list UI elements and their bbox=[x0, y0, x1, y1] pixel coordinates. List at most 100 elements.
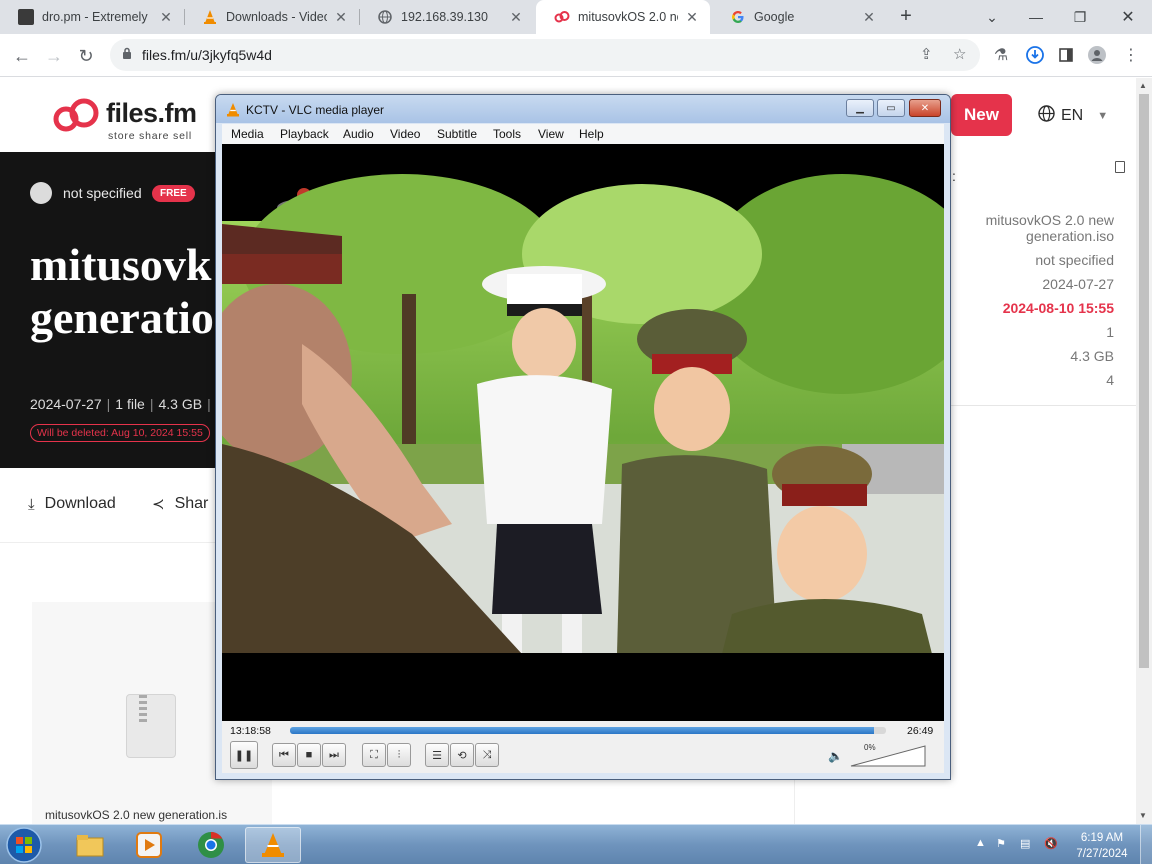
dro-icon bbox=[18, 9, 34, 25]
playlist-button[interactable]: ☰ bbox=[425, 743, 449, 767]
address-bar[interactable]: files.fm/u/3jkyfq5w4d ⇪ ☆ bbox=[110, 39, 980, 71]
close-window-icon[interactable]: ✕ bbox=[1106, 0, 1150, 34]
seek-bar[interactable] bbox=[290, 727, 886, 734]
new-tab-button[interactable]: + bbox=[896, 5, 916, 29]
close-icon[interactable]: ✕ bbox=[508, 9, 524, 26]
scroll-thumb[interactable] bbox=[1139, 94, 1149, 668]
vlc-maximize-icon[interactable]: ▭ bbox=[877, 99, 905, 117]
tab-dro[interactable]: dro.pm - Extremely ✕ bbox=[0, 0, 184, 34]
stop-button[interactable]: ■ bbox=[297, 743, 321, 767]
menu-tools[interactable]: Tools bbox=[493, 127, 521, 141]
side-panel-icon[interactable] bbox=[1055, 44, 1077, 66]
clock-time: 6:19 AM bbox=[1080, 832, 1124, 844]
copy-icon[interactable] bbox=[1115, 161, 1125, 173]
share-icon[interactable]: ⇪ bbox=[920, 45, 933, 63]
minimize-icon[interactable]: — bbox=[1014, 0, 1058, 34]
vlc-controls: 13:18:58 26:49 ❚❚ ⏮ ■ ⏭ ⛶ ⫶ ☰ ⟲ ⤨ 🔈 0% bbox=[222, 721, 944, 773]
file-card-name: mitusovkOS 2.0 new generation.is bbox=[45, 808, 228, 822]
language-selector[interactable]: EN ▼ bbox=[1038, 105, 1108, 127]
fullscreen-button[interactable]: ⛶ bbox=[362, 743, 386, 767]
detail-owner: not specified bbox=[1035, 252, 1114, 268]
elapsed-time: 13:18:58 bbox=[230, 725, 271, 737]
chrome-taskbar-icon[interactable] bbox=[183, 827, 239, 863]
side-label-fragment: : bbox=[952, 168, 956, 184]
meta-date: 2024-07-27 bbox=[30, 396, 102, 412]
show-desktop-button[interactable] bbox=[1140, 825, 1152, 864]
menu-playback[interactable]: Playback bbox=[280, 127, 329, 141]
menu-media[interactable]: Media bbox=[231, 127, 264, 141]
volume-slider[interactable] bbox=[850, 745, 926, 767]
new-button[interactable]: New bbox=[951, 94, 1012, 136]
meta-size: 4.3 GB bbox=[158, 396, 203, 412]
detail-count: 4 bbox=[1106, 372, 1114, 388]
vlc-window-title: KCTV - VLC media player bbox=[246, 103, 385, 117]
download-icon[interactable] bbox=[1024, 44, 1046, 66]
reload-icon[interactable]: ↻ bbox=[72, 42, 100, 70]
download-button[interactable]: ⤓ Download bbox=[28, 495, 116, 513]
profile-avatar-icon[interactable] bbox=[1086, 44, 1108, 66]
google-icon bbox=[730, 9, 746, 25]
tab-title: Google bbox=[754, 10, 795, 24]
remaining-time[interactable]: 26:49 bbox=[907, 725, 933, 737]
vlc-window[interactable]: KCTV - VLC media player ▁ ▭ ✕ Media Play… bbox=[215, 94, 951, 780]
vlc-cone-icon bbox=[226, 102, 240, 122]
close-icon[interactable]: ✕ bbox=[158, 9, 174, 26]
menu-video[interactable]: Video bbox=[390, 127, 420, 141]
volume-percent: 0% bbox=[864, 743, 876, 752]
tab-downloads[interactable]: Downloads - VideoL ✕ bbox=[184, 0, 359, 34]
restore-icon[interactable]: ❐ bbox=[1058, 0, 1102, 34]
tab-strip: dro.pm - Extremely ✕ Downloads - VideoL … bbox=[0, 0, 1152, 34]
media-player-taskbar-icon[interactable] bbox=[121, 827, 177, 863]
extended-settings-button[interactable]: ⫶ bbox=[387, 743, 411, 767]
scroll-down-icon[interactable]: ▼ bbox=[1139, 811, 1147, 820]
detail-uploaded: 2024-07-27 bbox=[1042, 276, 1114, 292]
vlc-minimize-icon[interactable]: ▁ bbox=[846, 99, 874, 117]
kebab-menu-icon[interactable]: ⋮ bbox=[1120, 44, 1142, 66]
video-frame[interactable] bbox=[222, 144, 944, 721]
tab-ip[interactable]: 192.168.39.130 ✕ bbox=[359, 0, 534, 34]
close-icon[interactable]: ✕ bbox=[861, 9, 877, 26]
bookmark-star-icon[interactable]: ☆ bbox=[953, 45, 966, 63]
vlc-titlebar[interactable]: KCTV - VLC media player ▁ ▭ ✕ bbox=[216, 95, 950, 123]
forward-arrow-icon[interactable]: → bbox=[40, 42, 68, 70]
network-icon[interactable]: ▤ bbox=[1020, 837, 1030, 850]
owner-name[interactable]: not specified bbox=[63, 185, 142, 201]
vlc-close-icon[interactable]: ✕ bbox=[909, 99, 941, 117]
menu-audio[interactable]: Audio bbox=[343, 127, 374, 141]
action-center-flag-icon[interactable]: ⚑ bbox=[996, 837, 1006, 850]
file-details: mitusovkOS 2.0 new generation.iso not sp… bbox=[986, 208, 1114, 392]
volume-muted-icon[interactable]: 🔇 bbox=[1044, 837, 1058, 850]
next-button[interactable]: ⏭ bbox=[322, 743, 346, 767]
taskbar: ▲ ⚑ ▤ 🔇 6:19 AM 7/27/2024 bbox=[0, 824, 1152, 864]
detail-expires: 2024-08-10 15:55 bbox=[1002, 300, 1114, 316]
menu-subtitle[interactable]: Subtitle bbox=[437, 127, 477, 141]
pause-button[interactable]: ❚❚ bbox=[230, 741, 258, 769]
scroll-up-icon[interactable]: ▲ bbox=[1139, 81, 1147, 90]
system-clock[interactable]: 6:19 AM 7/27/2024 bbox=[1072, 830, 1132, 862]
share-button[interactable]: ≺ Shar bbox=[152, 495, 208, 513]
menu-help[interactable]: Help bbox=[579, 127, 604, 141]
share-label: Shar bbox=[174, 495, 209, 512]
explorer-taskbar-icon[interactable] bbox=[62, 827, 118, 863]
shuffle-button[interactable]: ⤨ bbox=[475, 743, 499, 767]
close-icon[interactable]: ✕ bbox=[684, 9, 700, 26]
browser-toolbar: ← → ↻ files.fm/u/3jkyfq5w4d ⇪ ☆ ⚗ ⋮ bbox=[0, 34, 1152, 77]
tab-search-icon[interactable]: ⌄ bbox=[970, 0, 1014, 34]
vlc-taskbar-icon[interactable] bbox=[245, 827, 301, 863]
speaker-icon[interactable]: 🔈 bbox=[828, 749, 843, 763]
page-scrollbar[interactable]: ▲ ▼ bbox=[1136, 78, 1152, 824]
menu-view[interactable]: View bbox=[538, 127, 564, 141]
previous-button[interactable]: ⏮ bbox=[272, 743, 296, 767]
start-button[interactable] bbox=[4, 827, 44, 863]
close-icon[interactable]: ✕ bbox=[333, 9, 349, 26]
file-meta: 2024-07-27 | 1 file | 4.3 GB | bbox=[30, 396, 211, 412]
tab-google[interactable]: Google ✕ bbox=[712, 0, 887, 34]
back-arrow-icon[interactable]: ← bbox=[8, 42, 36, 70]
filesfm-logo[interactable]: files.fm store share sell bbox=[52, 98, 197, 142]
show-hidden-icons[interactable]: ▲ bbox=[975, 837, 986, 849]
free-badge: FREE bbox=[152, 185, 195, 202]
extensions-flask-icon[interactable]: ⚗ bbox=[990, 44, 1012, 66]
chevron-down-icon: ▼ bbox=[1097, 110, 1109, 122]
loop-button[interactable]: ⟲ bbox=[450, 743, 474, 767]
tab-filesfm[interactable]: mitusovkOS 2.0 nev ✕ bbox=[536, 0, 710, 34]
